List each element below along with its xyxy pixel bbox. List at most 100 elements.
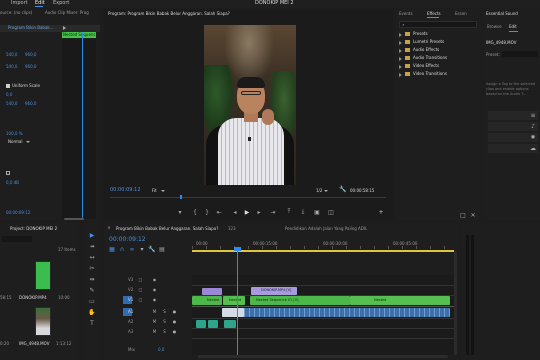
anchor-x[interactable]: 540,0 xyxy=(6,64,17,69)
v2-clip-donokip[interactable]: DONOKIP.MP4 [V] xyxy=(251,287,297,295)
blend-mode-select[interactable]: Normal xyxy=(8,139,22,144)
effects-search[interactable]: ⌕ xyxy=(399,21,477,28)
project-item-name-2[interactable]: IMG_4948.MOV xyxy=(19,341,49,346)
step-back-icon[interactable]: ◂ xyxy=(232,209,238,216)
audio-checkbox[interactable] xyxy=(6,171,10,175)
fit-chevron-icon[interactable] xyxy=(161,190,165,192)
project-item-name-1[interactable]: DONOKIP.MP4 xyxy=(19,295,47,300)
nest-icon[interactable]: ▦ xyxy=(109,246,115,253)
a2-clip-3[interactable] xyxy=(224,320,236,328)
lift-icon[interactable]: ⤒ xyxy=(286,208,292,215)
track-a3[interactable]: A3 M S ● xyxy=(124,328,190,337)
selection-tool-icon[interactable]: ▶ xyxy=(88,231,96,239)
export-frame-icon[interactable]: ▣ xyxy=(314,209,320,216)
es-type-ambience[interactable]: ☁ xyxy=(488,144,538,153)
v1-clip-d[interactable]: Nested xyxy=(350,296,450,305)
a2-clip-2[interactable] xyxy=(208,320,218,328)
eye-icon[interactable]: ◉ xyxy=(152,297,157,302)
es-type-dialogue[interactable]: ≡ xyxy=(488,111,538,120)
mute-icon[interactable]: M xyxy=(152,329,157,334)
timeline-timecode[interactable]: 00:00:09:12 xyxy=(109,236,146,243)
mute-icon[interactable]: M xyxy=(152,309,157,314)
mix-value[interactable]: 0,0 xyxy=(158,347,164,352)
anchor2-y[interactable]: 960,0 xyxy=(25,101,36,106)
rectangle-tool-icon[interactable]: ▭ xyxy=(88,297,96,305)
anchor-y[interactable]: 960,0 xyxy=(25,64,36,69)
settings-wrench-icon[interactable]: 🔧 xyxy=(339,186,346,193)
delete-icon[interactable]: ✕ xyxy=(470,212,476,219)
es-preset-select[interactable] xyxy=(502,51,538,57)
work-area-bar[interactable] xyxy=(192,250,454,252)
menu-export[interactable]: Export xyxy=(53,0,69,6)
add-marker-timeline-icon[interactable]: ▾ xyxy=(139,246,145,253)
uniform-scale-checkbox[interactable] xyxy=(6,84,10,88)
marker-123[interactable]: 123 xyxy=(228,226,236,231)
effects-item-audio-transitions[interactable]: Audio Transitions xyxy=(399,55,479,63)
a1-audio-clip[interactable] xyxy=(222,308,450,317)
es-type-music[interactable]: ♪ xyxy=(488,122,538,131)
project-search[interactable] xyxy=(2,236,32,242)
voiceover-mic-icon[interactable]: ● xyxy=(172,309,177,314)
eye-icon[interactable]: ◉ xyxy=(152,287,157,292)
tab-edit[interactable]: Edit xyxy=(509,24,517,29)
effects-item-presets[interactable]: Presets xyxy=(399,31,479,39)
captions-icon[interactable]: ▤ xyxy=(159,246,165,253)
resolution-chevron-icon[interactable] xyxy=(324,190,328,192)
program-playhead[interactable] xyxy=(180,195,182,199)
position-y[interactable]: 960,0 xyxy=(25,52,36,57)
program-timecode[interactable]: 00:00:09:12 xyxy=(110,187,141,193)
ec-playhead[interactable] xyxy=(82,32,83,219)
nested-clip-bar[interactable]: Nested Sequenc xyxy=(62,32,96,38)
program-scrub-bar[interactable] xyxy=(110,197,386,198)
volume-db[interactable]: 0,0 dB xyxy=(6,180,19,185)
effects-item-video-transitions[interactable]: Video Transitions xyxy=(399,71,479,79)
mute-icon[interactable]: M xyxy=(152,319,157,324)
ec-play-icon[interactable] xyxy=(63,26,66,30)
v3-clip-purple[interactable] xyxy=(202,288,222,295)
ec-timecode[interactable]: 00:00:09:12 xyxy=(6,210,30,215)
rotation-value[interactable]: 0,0 xyxy=(6,92,12,97)
ec-scrollbar[interactable] xyxy=(64,218,84,220)
timeline-playhead-head[interactable] xyxy=(234,247,241,251)
hand-tool-icon[interactable]: ✋ xyxy=(88,308,96,316)
tab-effects[interactable]: Effects xyxy=(427,11,441,16)
type-tool-icon[interactable]: T xyxy=(88,319,96,327)
voiceover-mic-icon[interactable]: ● xyxy=(172,319,177,324)
mark-out-icon[interactable]: } xyxy=(204,209,210,216)
project-thumb-img4948[interactable] xyxy=(35,307,51,336)
blend-chevron-icon[interactable] xyxy=(26,141,30,143)
track-select-icon[interactable]: ↠ xyxy=(88,242,96,250)
solo-icon[interactable]: S xyxy=(162,309,167,314)
voiceover-mic-icon[interactable]: ● xyxy=(172,329,177,334)
tab-source[interactable]: ource: (no clips) xyxy=(0,10,32,15)
track-v2[interactable]: V2 □ ◉ xyxy=(124,286,190,295)
video-frame[interactable] xyxy=(204,25,296,185)
track-v1[interactable]: V1 □ ◉ xyxy=(123,296,190,305)
razor-tool-icon[interactable]: ✂ xyxy=(88,264,96,272)
solo-icon[interactable]: S xyxy=(162,329,167,334)
new-bin-icon[interactable]: □ xyxy=(460,212,466,219)
v1-clip-c[interactable]: Nested Sequence 01 [V] xyxy=(250,296,350,305)
track-a2[interactable]: A2 M S ● xyxy=(124,318,190,327)
effects-item-video-effects[interactable]: Video Effects xyxy=(399,63,479,71)
go-to-out-icon[interactable]: ⇥ xyxy=(270,209,276,216)
v1-clip-a[interactable]: Nested xyxy=(192,296,222,305)
a1-audio-clip-white[interactable] xyxy=(222,308,244,317)
button-editor-icon[interactable]: + xyxy=(378,209,384,216)
add-marker-icon[interactable]: ▾ xyxy=(177,209,183,216)
comparison-view-icon[interactable]: ◫ xyxy=(328,209,334,216)
resolution-select[interactable]: 1/2 xyxy=(316,188,322,193)
slip-tool-icon[interactable]: ⇹ xyxy=(88,275,96,283)
effects-item-audio-effects[interactable]: Audio Effects xyxy=(399,47,479,55)
tab-essential[interactable]: Essen xyxy=(455,11,467,16)
timeline-ruler[interactable] xyxy=(192,237,454,249)
timeline-settings-icon[interactable]: 🔧 xyxy=(148,246,155,253)
timeline-playhead[interactable] xyxy=(237,249,238,355)
eye-icon[interactable]: ◉ xyxy=(152,277,157,282)
lock-icon[interactable]: □ xyxy=(138,287,143,292)
step-forward-icon[interactable]: ▸ xyxy=(256,209,262,216)
anchor2-x[interactable]: 540,0 xyxy=(6,101,17,106)
ripple-edit-icon[interactable]: ↔ xyxy=(88,253,96,261)
play-icon[interactable]: ▶ xyxy=(244,209,250,216)
timeline-v-scrollbar[interactable] xyxy=(454,251,457,355)
